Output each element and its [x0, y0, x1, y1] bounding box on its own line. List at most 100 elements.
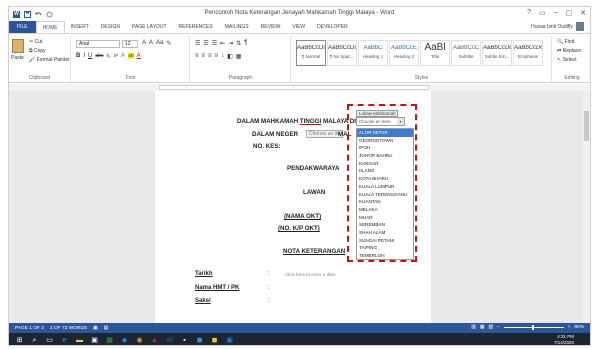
bullets-icon[interactable]: ☰: [195, 40, 200, 47]
help-icon[interactable]: ?: [527, 9, 531, 17]
tab-design[interactable]: DESIGN: [95, 21, 126, 33]
bold-button[interactable]: B: [76, 53, 80, 59]
paste-icon[interactable]: [12, 39, 24, 53]
align-center-icon[interactable]: ≡: [202, 53, 206, 60]
underline-button[interactable]: U: [88, 53, 92, 59]
task-view-icon[interactable]: ▭: [45, 336, 54, 345]
tab-view[interactable]: VIEW: [286, 21, 311, 33]
redo-icon[interactable]: [46, 11, 53, 18]
find-icon: 🔍: [557, 39, 565, 45]
line-spacing-icon[interactable]: ↕: [221, 53, 224, 60]
zoom-slider[interactable]: [503, 325, 564, 330]
font-size-buttons: A A Aa ✎: [142, 40, 171, 47]
zoom-level[interactable]: 80%: [574, 325, 584, 330]
excel-icon[interactable]: ▦: [105, 336, 114, 345]
date-picker-placeholder[interactable]: Click here to enter a date.: [285, 272, 337, 277]
font-family-select[interactable]: Arial: [76, 40, 120, 48]
grow-font-icon[interactable]: A: [142, 40, 146, 47]
word-count[interactable]: 2 OF 73 WORDS: [44, 326, 87, 331]
style-normal[interactable]: AaBbCcDc ¶ Normal: [296, 40, 326, 66]
minimize-button[interactable]: –: [554, 9, 558, 17]
chrome-icon[interactable]: ◉: [135, 336, 144, 345]
find-button[interactable]: 🔍 Find: [557, 39, 574, 45]
copy-button[interactable]: ⧉ Copy: [29, 48, 46, 54]
align-left-icon[interactable]: ≡: [195, 53, 199, 60]
strikethrough-button[interactable]: abc: [95, 53, 103, 59]
tab-file[interactable]: FILE: [9, 21, 36, 33]
format-painter-button[interactable]: 🖌 Format Painter: [29, 57, 70, 63]
style-subtitle[interactable]: AaBbCcC Subtitle: [451, 40, 481, 66]
paste-button[interactable]: Paste: [11, 55, 24, 61]
increase-indent-icon[interactable]: ⇥: [228, 40, 233, 47]
print-layout-icon[interactable]: ▦: [480, 325, 485, 330]
pilcrow-icon[interactable]: ¶: [244, 40, 247, 47]
vertical-scrollbar[interactable]: [583, 91, 590, 323]
tab-insert[interactable]: INSERT: [65, 21, 95, 33]
decrease-indent-icon[interactable]: ⇤: [220, 40, 225, 47]
multilevel-icon[interactable]: ☰: [212, 40, 217, 47]
select-button[interactable]: ↖ Select: [557, 57, 577, 63]
windows-start-icon[interactable]: ⊞: [15, 336, 24, 345]
page-count[interactable]: PAGE 1 OF 2: [9, 326, 44, 331]
tab-review[interactable]: REVIEW: [255, 21, 287, 33]
web-layout-icon[interactable]: ▧: [488, 325, 493, 330]
clear-format-icon[interactable]: ✎: [166, 40, 171, 47]
italic-button[interactable]: I: [83, 53, 85, 59]
shading-icon[interactable]: ◧: [227, 53, 233, 60]
acrobat-icon[interactable]: ▲: [150, 336, 159, 345]
tab-references[interactable]: REFERENCES: [173, 21, 219, 33]
cut-button[interactable]: ✂ Cut: [29, 39, 42, 45]
shrink-font-icon[interactable]: A: [149, 40, 153, 47]
change-case-icon[interactable]: Aa: [156, 40, 163, 47]
style-no-spacing[interactable]: AaBbCcDc ¶ No Spac...: [327, 40, 357, 66]
tab-home[interactable]: HOME: [35, 21, 65, 33]
style-heading-1[interactable]: AaBbC Heading 1: [358, 40, 388, 66]
superscript-button[interactable]: x²: [114, 53, 118, 59]
replace-button[interactable]: ⇄ Replace: [557, 48, 581, 54]
font-color-button[interactable]: A: [137, 53, 141, 59]
borders-icon[interactable]: ▦: [236, 53, 242, 60]
subscript-button[interactable]: x₂: [106, 53, 110, 59]
proofing-icon[interactable]: ▣: [87, 326, 98, 331]
app-icon[interactable]: ◆: [120, 336, 129, 345]
ruler-bar[interactable]: [159, 85, 429, 90]
style-subtle-emphasis[interactable]: AaBbCcDc Subtle Em...: [482, 40, 512, 66]
file-explorer-icon[interactable]: ▬: [75, 336, 84, 345]
zoom-in-icon[interactable]: +: [568, 325, 571, 330]
close-button[interactable]: ✕: [580, 9, 586, 17]
undo-icon[interactable]: [35, 11, 42, 18]
app-icon-4[interactable]: ◼: [210, 336, 219, 345]
style-heading-2[interactable]: AaBbCcE Heading 2: [389, 40, 419, 66]
highlight-button[interactable]: ab: [128, 53, 134, 59]
text-effects-button[interactable]: A: [121, 53, 125, 59]
sort-icon[interactable]: ⇅: [236, 40, 241, 47]
font-size-select[interactable]: 12: [122, 40, 138, 48]
style-emphasis[interactable]: AaBbCcDc Emphasis: [513, 40, 543, 66]
numbering-icon[interactable]: ☰: [203, 40, 208, 47]
macro-icon[interactable]: ▤: [98, 326, 109, 331]
search-icon[interactable]: ⌕: [30, 336, 39, 345]
scroll-thumb[interactable]: [584, 111, 589, 141]
system-clock[interactable]: 4:31 PM 7/14/2020: [554, 334, 574, 345]
justify-icon[interactable]: ≡: [215, 53, 219, 60]
word-taskbar-icon[interactable]: W: [165, 336, 174, 345]
font-format-buttons: B I U abc x₂ x² A ab A: [76, 53, 141, 59]
save-icon[interactable]: [24, 10, 31, 18]
zoom-slider-thumb[interactable]: [531, 325, 534, 330]
edge-icon[interactable]: e: [60, 336, 69, 345]
style-title[interactable]: AaBl Title: [420, 40, 450, 66]
ribbon-display-icon[interactable]: ▭: [539, 9, 546, 17]
outlook-icon[interactable]: ▣: [225, 336, 234, 345]
lawan: LAWAN: [303, 189, 326, 196]
app-icon-3[interactable]: ◼: [195, 336, 204, 345]
zoom-out-icon[interactable]: –: [497, 325, 500, 330]
tab-page-layout[interactable]: PAGE LAYOUT: [126, 21, 173, 33]
read-mode-icon[interactable]: ▥: [471, 325, 476, 330]
app-icon-2[interactable]: ▪: [180, 336, 189, 345]
maximize-button[interactable]: ▢: [566, 9, 573, 17]
tab-developer[interactable]: DEVELOPER: [311, 21, 354, 33]
store-icon[interactable]: ▣: [90, 336, 99, 345]
align-right-icon[interactable]: ≡: [208, 53, 212, 60]
user-account[interactable]: Huzaa binti Osdiffy: [531, 22, 584, 31]
tab-mailings[interactable]: MAILINGS: [219, 21, 255, 33]
